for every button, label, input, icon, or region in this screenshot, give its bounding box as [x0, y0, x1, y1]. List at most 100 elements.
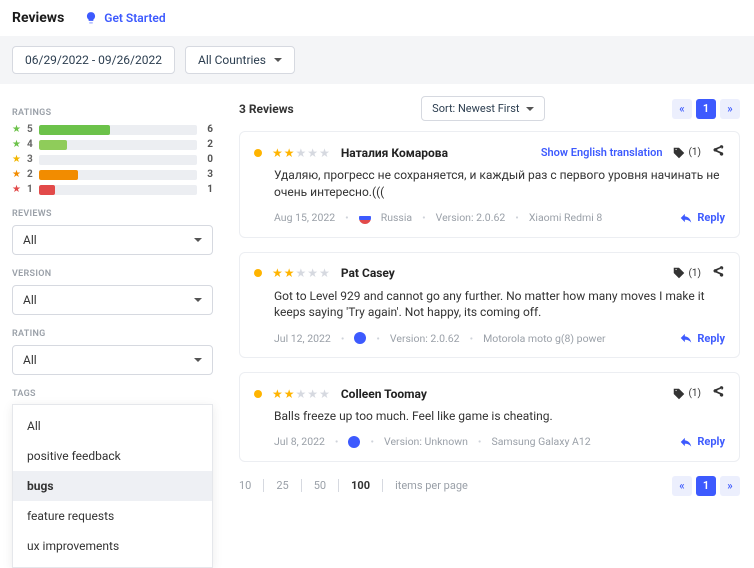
tags-section-label: Tags	[12, 389, 213, 399]
rating-bar-row[interactable]: ★ 2 3	[12, 169, 213, 180]
reviews-select-value: All	[23, 233, 37, 247]
pager-bottom: « 1 »	[672, 476, 740, 496]
tag-count[interactable]: (1)	[672, 387, 701, 401]
star-icon: ★	[12, 184, 21, 195]
review-date: Jul 8, 2022	[274, 435, 325, 448]
reply-icon	[679, 211, 693, 225]
date-range-filter[interactable]: 06/29/2022 - 09/26/2022	[12, 46, 175, 74]
tag-count-value: (1)	[688, 388, 701, 399]
unread-dot-icon	[254, 149, 262, 157]
pager-prev[interactable]: «	[672, 99, 692, 119]
tags-dropdown-item[interactable]: feature requests	[13, 501, 212, 531]
rating-bar-row[interactable]: ★ 1 1	[12, 184, 213, 195]
rating-select[interactable]: All	[12, 345, 213, 375]
review-country: Russia	[381, 211, 412, 224]
perpage-option[interactable]: 100	[351, 479, 383, 492]
rating-count: 3	[203, 169, 213, 180]
review-device: Samsung Galaxy A12	[491, 435, 590, 448]
rating-select-value: All	[23, 353, 37, 367]
tag-icon	[672, 146, 686, 160]
pager-next[interactable]: »	[720, 476, 740, 496]
unread-dot-icon	[254, 269, 262, 277]
reply-button[interactable]: Reply	[679, 211, 725, 225]
rating-count: 2	[203, 139, 213, 150]
review-text: Удаляю, прогресс не сохраняется, и кажды…	[274, 167, 725, 201]
share-button[interactable]	[711, 265, 725, 282]
sort-value: Sort: Newest First	[432, 102, 519, 115]
pager-page-1[interactable]: 1	[696, 99, 716, 119]
tags-dropdown-item[interactable]: bugs	[13, 471, 212, 501]
share-button[interactable]	[711, 144, 725, 161]
tags-dropdown-item[interactable]: All	[13, 411, 212, 441]
sort-select[interactable]: Sort: Newest First	[421, 96, 544, 121]
review-device: Xiaomi Redmi 8	[529, 211, 602, 224]
rating-bar-row[interactable]: ★ 5 6	[12, 124, 213, 135]
share-icon	[711, 385, 725, 399]
ratings-section-label: Ratings	[12, 108, 213, 118]
reviews-select[interactable]: All	[12, 225, 213, 255]
review-card: ★★★★★ Colleen Toomay (1) Balls freeze up…	[239, 372, 740, 462]
review-stars: ★★★★★	[272, 387, 331, 401]
pager-page-1[interactable]: 1	[696, 476, 716, 496]
review-version: Version: Unknown	[384, 435, 468, 448]
show-translation-button[interactable]: Show English translation	[541, 146, 663, 159]
reply-button[interactable]: Reply	[679, 331, 725, 345]
tags-dropdown-item[interactable]: ux improvements	[13, 531, 212, 561]
tags-dropdown: Allpositive feedbackbugsfeature requests…	[12, 404, 213, 568]
star-number: 4	[27, 139, 33, 150]
reply-icon	[679, 331, 693, 345]
rating-bar-track	[39, 125, 197, 135]
star-number: 5	[27, 124, 33, 135]
lightbulb-icon	[84, 11, 98, 25]
tag-count[interactable]: (1)	[672, 266, 701, 280]
pager-prev[interactable]: «	[672, 476, 692, 496]
rating-bar-row[interactable]: ★ 3 0	[12, 154, 213, 165]
version-select-value: All	[23, 293, 37, 307]
countries-filter[interactable]: All Countries	[185, 46, 295, 74]
tag-icon	[672, 387, 686, 401]
rating-count: 0	[203, 154, 213, 165]
review-date: Aug 15, 2022	[274, 211, 335, 224]
perpage-label: items per page	[395, 479, 468, 492]
chevron-down-icon	[194, 298, 202, 302]
country-flag-icon	[348, 436, 360, 448]
review-date: Jul 12, 2022	[274, 332, 331, 345]
review-card: ★★★★★ Pat Casey (1) Got to Level 929 and…	[239, 252, 740, 359]
reviews-count: 3 Reviews	[239, 102, 294, 116]
share-icon	[711, 265, 725, 279]
rating-bar-row[interactable]: ★ 4 2	[12, 139, 213, 150]
country-flag-icon	[359, 212, 371, 224]
review-stars: ★★★★★	[272, 146, 331, 160]
star-number: 1	[27, 184, 33, 195]
chevron-down-icon	[194, 238, 202, 242]
rating-bar-track	[39, 140, 197, 150]
page-title: Reviews	[12, 10, 64, 26]
review-device: Motorola moto g(8) power	[483, 332, 605, 345]
chevron-down-icon	[526, 107, 534, 111]
rating-count: 6	[203, 124, 213, 135]
perpage-option[interactable]: 50	[314, 479, 339, 492]
get-started-button[interactable]: Get Started	[84, 11, 165, 25]
tag-count[interactable]: (1)	[672, 146, 701, 160]
star-icon: ★	[12, 139, 21, 150]
pager-next[interactable]: »	[720, 99, 740, 119]
items-per-page: 10 25 50 100 items per page	[239, 479, 468, 492]
share-button[interactable]	[711, 385, 725, 402]
country-flag-icon	[354, 332, 366, 344]
review-text: Balls freeze up too much. Feel like game…	[274, 408, 725, 425]
tag-count-value: (1)	[688, 268, 701, 279]
review-author: Pat Casey	[341, 266, 395, 280]
version-select[interactable]: All	[12, 285, 213, 315]
review-author: Colleen Toomay	[341, 387, 427, 401]
perpage-option[interactable]: 10	[239, 479, 264, 492]
countries-value: All Countries	[198, 53, 266, 67]
rating-bar-fill	[39, 140, 67, 150]
tags-dropdown-item[interactable]: positive feedback	[13, 441, 212, 471]
chevron-down-icon	[274, 58, 282, 62]
tag-count-value: (1)	[688, 147, 701, 158]
reply-button[interactable]: Reply	[679, 435, 725, 449]
star-number: 3	[27, 154, 33, 165]
rating-bar-fill	[39, 170, 79, 180]
perpage-option[interactable]: 25	[276, 479, 301, 492]
star-icon: ★	[12, 154, 21, 165]
